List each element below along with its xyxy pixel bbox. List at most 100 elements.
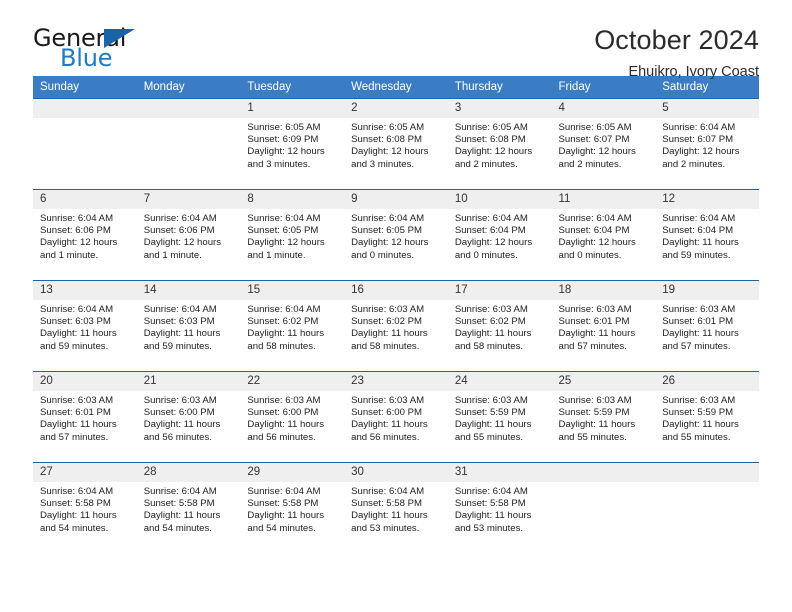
day-number: 31 [447,463,552,482]
sunset-text: Sunset: 5:58 PM [351,498,423,510]
sunrise-text: Sunrise: 6:04 AM [40,304,114,315]
calendar-day-cell[interactable]: 5 Sunrise: 6:04 AM Sunset: 6:07 PM Daylight… [655,98,759,190]
day-cell-inner: 27 Sunrise: 6:04 AM Sunset: 5:58 PM Dayligh… [33,463,137,553]
daylight-text: Daylight: 11 hours and 54 minutes. [143,510,221,534]
day-details: Sunrise: 6:03 AM Sunset: 6:01 PM Daylight:… [33,391,137,444]
day-details: Sunrise: 6:03 AM Sunset: 6:00 PM Daylight:… [240,391,344,444]
calendar-day-cell[interactable]: 4 Sunrise: 6:05 AM Sunset: 6:07 PM Daylight… [551,98,656,190]
sunset-text: Sunset: 5:58 PM [454,498,526,510]
daylight-text: Daylight: 12 hours and 0 minutes. [351,237,429,261]
day-details: Sunrise: 6:04 AM Sunset: 6:02 PM Daylight:… [240,300,344,353]
calendar-day-cell[interactable]: 2 Sunrise: 6:05 AM Sunset: 6:08 PM Daylight… [344,98,448,190]
calendar-day-cell[interactable]: 25 Sunrise: 6:03 AM Sunset: 5:59 PM Dayligh… [551,371,656,463]
day-details: Sunrise: 6:05 AM Sunset: 6:07 PM Daylight:… [552,118,656,171]
day-cell-inner: 24 Sunrise: 6:03 AM Sunset: 5:59 PM Dayligh… [447,372,552,462]
sunset-text: Sunset: 6:02 PM [247,316,319,328]
calendar-day-cell[interactable]: 3 Sunrise: 6:05 AM Sunset: 6:08 PM Daylight… [447,98,552,190]
day-details: Sunrise: 6:04 AM Sunset: 6:03 PM Daylight:… [137,300,241,353]
day-cell-inner: 9 Sunrise: 6:04 AM Sunset: 6:05 PM Daylight… [344,190,448,280]
daylight-text: Daylight: 12 hours and 1 minute. [143,237,222,261]
calendar-day-cell[interactable]: 13 Sunrise: 6:04 AM Sunset: 6:03 PM Dayligh… [33,280,137,372]
calendar-day-cell[interactable]: 6 Sunrise: 6:04 AM Sunset: 6:06 PM Daylight… [33,189,137,281]
day-cell-inner: 13 Sunrise: 6:04 AM Sunset: 6:03 PM Dayligh… [33,281,137,371]
day-number [136,99,241,118]
calendar-day-cell[interactable]: 12 Sunrise: 6:04 AM Sunset: 6:04 PM Dayligh… [655,189,759,281]
sunrise-text: Sunrise: 6:05 AM [558,122,632,133]
calendar-empty-cell [33,98,137,190]
calendar-day-cell[interactable]: 16 Sunrise: 6:03 AM Sunset: 6:02 PM Dayligh… [344,280,448,372]
daylight-text: Daylight: 11 hours and 59 minutes. [143,328,221,352]
day-details: Sunrise: 6:05 AM Sunset: 6:09 PM Daylight:… [240,118,344,171]
sunrise-text: Sunrise: 6:03 AM [247,395,321,406]
sunset-text: Sunset: 6:07 PM [662,134,734,146]
calendar-day-cell[interactable]: 22 Sunrise: 6:03 AM Sunset: 6:00 PM Dayligh… [240,371,345,463]
sunrise-text: Sunrise: 6:04 AM [351,213,425,224]
day-details: Sunrise: 6:03 AM Sunset: 6:02 PM Daylight:… [448,300,552,353]
daylight-text: Daylight: 11 hours and 53 minutes. [454,510,532,534]
day-number [655,463,759,482]
calendar-day-cell[interactable]: 1 Sunrise: 6:05 AM Sunset: 6:09 PM Daylight… [240,98,345,190]
calendar-day-cell[interactable]: 17 Sunrise: 6:03 AM Sunset: 6:02 PM Dayligh… [447,280,552,372]
sunset-text: Sunset: 6:01 PM [40,407,111,419]
sunset-text: Sunset: 5:58 PM [247,498,319,510]
calendar-day-cell[interactable]: 29 Sunrise: 6:04 AM Sunset: 5:58 PM Dayligh… [240,462,345,553]
calendar-day-cell[interactable]: 19 Sunrise: 6:03 AM Sunset: 6:01 PM Dayligh… [655,280,759,372]
sunset-text: Sunset: 6:06 PM [143,225,215,237]
sunrise-text: Sunrise: 6:05 AM [454,122,528,133]
sunset-text: Sunset: 6:03 PM [143,316,215,328]
calendar-day-cell[interactable]: 20 Sunrise: 6:03 AM Sunset: 6:01 PM Dayligh… [33,371,137,463]
calendar-day-cell[interactable]: 28 Sunrise: 6:04 AM Sunset: 5:58 PM Dayligh… [136,462,241,553]
calendar-day-cell[interactable]: 30 Sunrise: 6:04 AM Sunset: 5:58 PM Dayligh… [344,462,448,553]
weekday-header-monday: Monday [136,76,241,99]
sunrise-text: Sunrise: 6:04 AM [247,486,321,497]
sunrise-text: Sunrise: 6:04 AM [143,213,217,224]
calendar-day-cell[interactable]: 8 Sunrise: 6:04 AM Sunset: 6:05 PM Daylight… [240,189,345,281]
calendar-day-cell[interactable]: 23 Sunrise: 6:03 AM Sunset: 6:00 PM Dayligh… [344,371,448,463]
day-cell-inner: 16 Sunrise: 6:03 AM Sunset: 6:02 PM Dayligh… [344,281,448,371]
sunrise-text: Sunrise: 6:04 AM [143,304,217,315]
calendar-day-cell[interactable]: 24 Sunrise: 6:03 AM Sunset: 5:59 PM Dayligh… [447,371,552,463]
calendar-day-cell[interactable]: 9 Sunrise: 6:04 AM Sunset: 6:05 PM Daylight… [344,189,448,281]
sunrise-text: Sunrise: 6:04 AM [247,213,321,224]
calendar-day-cell[interactable]: 18 Sunrise: 6:03 AM Sunset: 6:01 PM Dayligh… [551,280,656,372]
calendar-day-cell[interactable]: 21 Sunrise: 6:03 AM Sunset: 6:00 PM Dayligh… [136,371,241,463]
calendar-empty-cell [551,462,656,553]
day-cell-inner: 15 Sunrise: 6:04 AM Sunset: 6:02 PM Dayligh… [240,281,345,371]
day-number: 20 [33,372,137,391]
sunset-text: Sunset: 6:02 PM [454,316,526,328]
day-details: Sunrise: 6:04 AM Sunset: 6:05 PM Daylight:… [344,209,448,262]
daylight-text: Daylight: 11 hours and 53 minutes. [351,510,428,534]
sunrise-text: Sunrise: 6:03 AM [558,395,632,406]
sunrise-text: Sunrise: 6:05 AM [247,122,321,133]
day-cell-inner: 31 Sunrise: 6:04 AM Sunset: 5:58 PM Dayligh… [447,463,552,553]
day-details: Sunrise: 6:03 AM Sunset: 6:01 PM Daylight:… [655,300,759,353]
daylight-text: Daylight: 11 hours and 54 minutes. [247,510,325,534]
sunrise-text: Sunrise: 6:03 AM [454,395,528,406]
day-cell-inner [655,463,759,553]
calendar-day-cell[interactable]: 7 Sunrise: 6:04 AM Sunset: 6:06 PM Daylight… [136,189,241,281]
daylight-text: Daylight: 11 hours and 56 minutes. [351,419,428,443]
day-cell-inner: 20 Sunrise: 6:03 AM Sunset: 6:01 PM Dayligh… [33,372,137,462]
title-block: October 2024 Ehuikro, Ivory Coast [594,25,759,81]
day-cell-inner: 8 Sunrise: 6:04 AM Sunset: 6:05 PM Daylight… [240,190,345,280]
day-number: 7 [136,190,241,209]
day-details: Sunrise: 6:05 AM Sunset: 6:08 PM Daylight:… [344,118,448,171]
calendar-day-cell[interactable]: 27 Sunrise: 6:04 AM Sunset: 5:58 PM Dayligh… [33,462,137,553]
calendar-day-cell[interactable]: 11 Sunrise: 6:04 AM Sunset: 6:04 PM Dayligh… [551,189,656,281]
daylight-text: Daylight: 11 hours and 56 minutes. [247,419,325,443]
calendar-day-cell[interactable]: 15 Sunrise: 6:04 AM Sunset: 6:02 PM Dayligh… [240,280,345,372]
calendar-day-cell[interactable]: 14 Sunrise: 6:04 AM Sunset: 6:03 PM Dayligh… [136,280,241,372]
calendar-day-cell[interactable]: 10 Sunrise: 6:04 AM Sunset: 6:04 PM Dayligh… [447,189,552,281]
calendar-day-cell[interactable]: 31 Sunrise: 6:04 AM Sunset: 5:58 PM Dayligh… [447,462,552,553]
sunrise-text: Sunrise: 6:04 AM [662,213,736,224]
day-number: 4 [551,99,656,118]
calendar-week-row: 27 Sunrise: 6:04 AM Sunset: 5:58 PM Dayligh… [33,462,759,553]
day-details: Sunrise: 6:04 AM Sunset: 5:58 PM Daylight:… [448,482,552,535]
daylight-text: Daylight: 11 hours and 54 minutes. [40,510,117,534]
calendar-day-cell[interactable]: 26 Sunrise: 6:03 AM Sunset: 5:59 PM Dayligh… [655,371,759,463]
day-cell-inner: 11 Sunrise: 6:04 AM Sunset: 6:04 PM Dayligh… [551,190,656,280]
calendar-empty-cell [136,98,241,190]
sunset-text: Sunset: 6:05 PM [247,225,319,237]
weekday-header-tuesday: Tuesday [240,76,345,99]
sunset-text: Sunset: 6:05 PM [351,225,423,237]
